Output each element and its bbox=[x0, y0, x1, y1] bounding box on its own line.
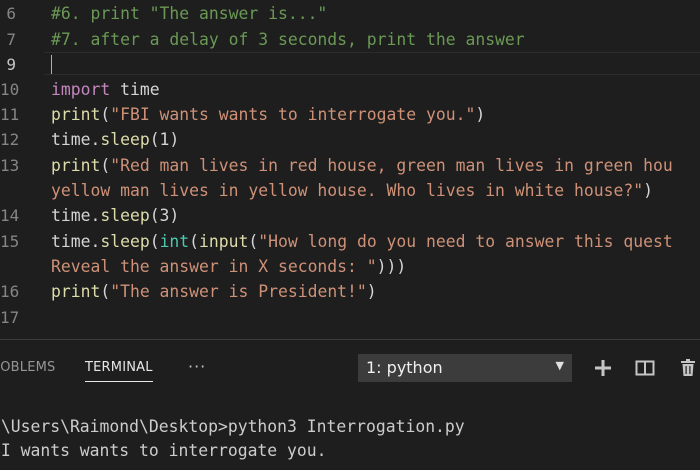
code-line[interactable]: time.sleep(1) bbox=[51, 127, 179, 152]
code-editor[interactable]: 6 7 9 10 11 12 13 14 15 16 17 #6. print … bbox=[0, 0, 700, 335]
code-token: time. bbox=[51, 232, 101, 251]
code-token: Reveal the answer in X seconds: " bbox=[51, 257, 377, 276]
code-token: ) bbox=[366, 282, 377, 301]
code-token: "How long do you need to answer this que… bbox=[258, 232, 673, 251]
code-token: import bbox=[51, 80, 111, 99]
code-token: (1) bbox=[149, 130, 180, 149]
code-token: ) bbox=[643, 181, 653, 200]
code-token: "The answer is President!" bbox=[110, 282, 367, 301]
line-number: 6 bbox=[6, 4, 16, 23]
line-number: 11 bbox=[0, 105, 20, 124]
code-line-wrapped[interactable]: Reveal the answer in X seconds: "))) bbox=[51, 254, 406, 279]
code-line[interactable]: import time bbox=[51, 77, 160, 102]
terminal-select-dropdown[interactable]: 1: python ▼ bbox=[358, 354, 572, 382]
code-token: (3) bbox=[149, 206, 180, 225]
line-number: 7 bbox=[6, 30, 16, 49]
code-token: ( bbox=[149, 232, 160, 251]
add-terminal-icon[interactable] bbox=[593, 358, 613, 378]
current-line-highlight bbox=[44, 52, 700, 75]
line-number: 17 bbox=[0, 308, 20, 327]
code-token: ( bbox=[100, 282, 111, 301]
code-token: "Red man lives in red house, green man l… bbox=[110, 156, 673, 175]
code-token: sleep bbox=[100, 206, 150, 225]
vscode-window: 6 7 9 10 11 12 13 14 15 16 17 #6. print … bbox=[0, 0, 700, 470]
code-token: ( bbox=[100, 105, 111, 124]
tab-terminal[interactable]: TERMINAL bbox=[85, 359, 153, 382]
code-token: ( bbox=[189, 232, 200, 251]
code-line[interactable]: print("FBI wants wants to interrogate yo… bbox=[51, 102, 485, 127]
line-number: 14 bbox=[0, 206, 20, 225]
code-token: sleep bbox=[100, 130, 150, 149]
code-line[interactable]: time.sleep(int(input("How long do you ne… bbox=[51, 229, 673, 254]
split-terminal-icon[interactable] bbox=[635, 358, 655, 378]
code-token: sleep bbox=[100, 232, 150, 251]
line-number: 13 bbox=[0, 156, 20, 175]
code-token: "FBI wants wants to interrogate you." bbox=[110, 105, 476, 124]
line-number: 15 bbox=[0, 232, 20, 251]
line-number: 16 bbox=[0, 282, 20, 301]
terminal-select-value: 1: python bbox=[366, 358, 443, 377]
terminal-output-line: BI wants wants to interrogate you. bbox=[0, 441, 327, 460]
line-number: 12 bbox=[0, 130, 20, 149]
ellipsis-icon[interactable]: ··· bbox=[188, 357, 206, 376]
terminal-output-line: :\Users\Raimond\Desktop>python3 Interrog… bbox=[0, 417, 465, 436]
code-line[interactable]: #6. print "The answer is..." bbox=[51, 1, 327, 26]
code-token: print bbox=[51, 105, 101, 124]
code-token: yellow man lives in yellow house. Who li… bbox=[51, 181, 644, 200]
text-cursor bbox=[51, 55, 52, 74]
code-token: ) bbox=[475, 105, 486, 124]
code-line[interactable]: print("The answer is President!") bbox=[51, 279, 377, 304]
code-token: #7. after a delay of 3 seconds, print th… bbox=[51, 30, 525, 49]
code-token: time. bbox=[51, 130, 101, 149]
code-token: print bbox=[51, 156, 101, 175]
code-line-wrapped[interactable]: yellow man lives in yellow house. Who li… bbox=[51, 178, 653, 203]
code-line[interactable]: #7. after a delay of 3 seconds, print th… bbox=[51, 27, 525, 52]
terminal-panel: ROBLEMS TERMINAL ··· 1: python ▼ bbox=[0, 340, 700, 470]
code-token: ( bbox=[100, 156, 111, 175]
code-line[interactable]: print("Red man lives in red house, green… bbox=[51, 153, 673, 178]
code-line[interactable]: time.sleep(3) bbox=[51, 203, 179, 228]
chevron-down-icon: ▼ bbox=[555, 359, 564, 372]
code-token: ))) bbox=[376, 257, 407, 276]
trash-icon[interactable] bbox=[678, 358, 698, 378]
code-token: int bbox=[159, 232, 190, 251]
code-token: ( bbox=[248, 232, 259, 251]
code-token: print bbox=[51, 282, 101, 301]
code-token: time bbox=[110, 80, 160, 99]
line-number-active: 9 bbox=[6, 55, 16, 74]
tab-problems[interactable]: ROBLEMS bbox=[0, 359, 56, 381]
code-token: input bbox=[199, 232, 249, 251]
code-token: #6. print "The answer is..." bbox=[51, 4, 328, 23]
code-token: time. bbox=[51, 206, 101, 225]
line-number: 10 bbox=[0, 80, 20, 99]
